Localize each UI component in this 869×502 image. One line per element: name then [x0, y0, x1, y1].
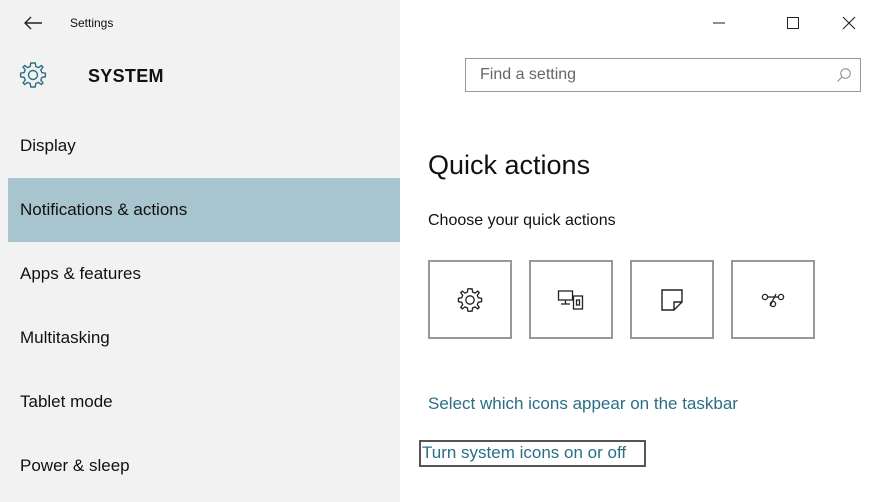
- note-icon: [661, 288, 683, 311]
- window-title: Settings: [70, 16, 114, 30]
- sidebar-item-label: Power & sleep: [20, 456, 130, 475]
- sidebar-item-label: Tablet mode: [20, 392, 113, 411]
- sidebar-item-label: Apps & features: [20, 264, 141, 283]
- search-input[interactable]: [466, 59, 826, 91]
- sidebar-item-multitasking[interactable]: Multitasking: [0, 306, 400, 370]
- gear-icon: [19, 62, 47, 88]
- sidebar-item-apps-features[interactable]: Apps & features: [0, 242, 400, 306]
- header: SYSTEM: [0, 46, 869, 104]
- quick-actions-subtitle: Choose your quick actions: [428, 212, 616, 229]
- project-icon: [557, 289, 584, 310]
- quick-action-tile-project[interactable]: [529, 260, 613, 339]
- sidebar-item-label: Multitasking: [20, 328, 110, 347]
- maximize-icon: [787, 17, 799, 29]
- sidebar-item-power-sleep[interactable]: Power & sleep: [0, 434, 400, 498]
- gear-icon: [457, 287, 483, 312]
- sidebar-nav: Display Notifications & actions Apps & f…: [0, 114, 400, 498]
- system-icons-link[interactable]: Turn system icons on or off: [419, 440, 647, 467]
- close-button[interactable]: [829, 4, 869, 42]
- sidebar-item-tablet-mode[interactable]: Tablet mode: [0, 370, 400, 434]
- minimize-icon: [713, 22, 725, 24]
- title-bar: Settings: [0, 0, 869, 46]
- close-icon: [842, 16, 856, 30]
- quick-action-tile-note[interactable]: [630, 260, 714, 339]
- quick-action-tile-settings[interactable]: [428, 260, 512, 339]
- taskbar-icons-link[interactable]: Select which icons appear on the taskbar: [428, 394, 738, 414]
- section-title: SYSTEM: [88, 66, 164, 86]
- maximize-button[interactable]: [770, 4, 816, 42]
- search-icon[interactable]: [836, 67, 852, 83]
- sidebar-item-notifications-actions[interactable]: Notifications & actions: [8, 178, 400, 242]
- search-box[interactable]: [465, 58, 861, 92]
- sidebar-item-label: Display: [20, 136, 76, 155]
- page-title: Quick actions: [428, 150, 591, 180]
- minimize-button[interactable]: [696, 4, 742, 42]
- connect-icon: [761, 293, 785, 307]
- back-arrow-icon: [24, 16, 42, 30]
- back-button[interactable]: [18, 8, 48, 38]
- quick-action-tile-connect[interactable]: [731, 260, 815, 339]
- sidebar-item-display[interactable]: Display: [0, 114, 400, 178]
- sidebar-item-label: Notifications & actions: [20, 200, 188, 219]
